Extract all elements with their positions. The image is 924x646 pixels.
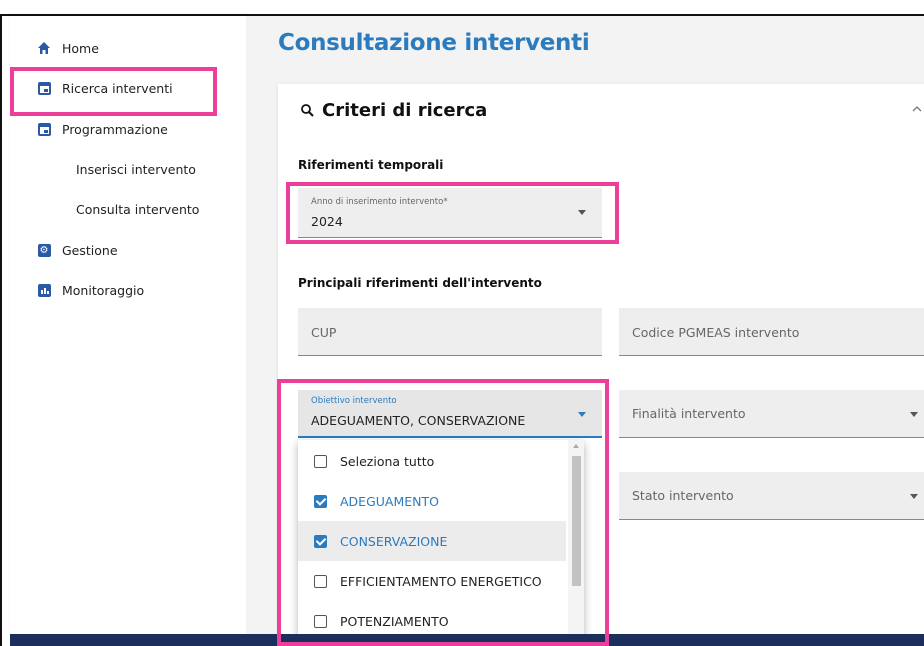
chart-icon	[37, 283, 51, 297]
cup-input[interactable]: CUP	[298, 308, 602, 356]
dropdown-arrow-icon	[910, 412, 918, 417]
dropdown-scrollbar[interactable]	[568, 440, 584, 640]
search-criteria-card: Criteri di ricerca Riferimenti temporali…	[278, 84, 924, 644]
sidebar: Home Ricerca interventi Programmazione I…	[10, 16, 246, 634]
field-label: Obiettivo intervento	[311, 396, 397, 406]
sidebar-item-label: Consulta intervento	[76, 201, 200, 217]
sidebar-item-label: Gestione	[62, 242, 118, 258]
search-icon	[300, 103, 316, 119]
sidebar-item-monitoraggio[interactable]: Monitoraggio	[10, 270, 246, 310]
sidebar-item-inserisci-intervento[interactable]: Inserisci intervento	[10, 149, 246, 189]
gear-icon: ⚙	[37, 243, 51, 257]
checkbox[interactable]	[314, 614, 327, 628]
home-icon	[37, 41, 51, 55]
checkbox[interactable]	[314, 574, 327, 588]
scrollbar-thumb[interactable]	[572, 456, 581, 586]
sidebar-item-consulta-intervento[interactable]: Consulta intervento	[10, 189, 246, 229]
sidebar-item-label: Monitoraggio	[62, 282, 145, 298]
footer-bar	[10, 634, 924, 646]
sidebar-item-home[interactable]: Home	[10, 28, 246, 68]
obiettivo-dropdown-panel: Seleziona tutto ADEGUAMENTO CONSERVAZION…	[298, 440, 584, 640]
field-value: ADEGUAMENTO, CONSERVAZIONE	[311, 413, 526, 428]
dropdown-option-efficientamento-energetico[interactable]: EFFICIENTAMENTO ENERGETICO	[298, 561, 566, 601]
dropdown-arrow-icon	[910, 494, 918, 499]
field-placeholder: Finalità intervento	[632, 406, 746, 421]
field-label: Anno di inserimento intervento*	[311, 197, 448, 207]
dropdown-arrow-icon	[578, 412, 586, 417]
sidebar-item-label: Ricerca interventi	[62, 80, 173, 96]
sidebar-item-programmazione[interactable]: Programmazione	[10, 109, 246, 149]
chevron-up-icon[interactable]	[912, 102, 922, 116]
section-label-temporal: Riferimenti temporali	[298, 158, 444, 172]
calendar-icon	[37, 122, 51, 136]
checkbox[interactable]	[314, 494, 327, 508]
dropdown-option-select-all[interactable]: Seleziona tutto	[298, 441, 566, 481]
checkbox[interactable]	[314, 454, 327, 468]
field-placeholder: Stato intervento	[632, 488, 734, 503]
field-placeholder: CUP	[311, 325, 337, 340]
dropdown-option-adeguamento[interactable]: ADEGUAMENTO	[298, 481, 566, 521]
sidebar-item-gestione[interactable]: ⚙ Gestione	[10, 230, 246, 270]
codice-pgmeas-input[interactable]: Codice PGMEAS intervento	[619, 308, 924, 356]
dropdown-option-conservazione[interactable]: CONSERVAZIONE	[298, 521, 566, 561]
card-header[interactable]: Criteri di ricerca	[300, 100, 487, 121]
option-label: Seleziona tutto	[340, 453, 435, 469]
field-placeholder: Codice PGMEAS intervento	[632, 325, 800, 340]
section-label-principal: Principali riferimenti dell'intervento	[298, 276, 542, 290]
option-label: CONSERVAZIONE	[340, 533, 448, 549]
checkbox[interactable]	[314, 534, 327, 548]
main-content: Consultazione interventi Criteri di rice…	[246, 16, 924, 644]
sidebar-item-label: Programmazione	[62, 121, 168, 137]
option-label: ADEGUAMENTO	[340, 493, 439, 509]
page-title: Consultazione interventi	[278, 30, 590, 56]
option-label: POTENZIAMENTO	[340, 613, 449, 629]
field-value: 2024	[311, 214, 343, 229]
card-title: Criteri di ricerca	[322, 100, 488, 121]
sidebar-item-label: Inserisci intervento	[76, 161, 196, 177]
sidebar-item-ricerca-interventi[interactable]: Ricerca interventi	[10, 68, 246, 108]
sidebar-item-label: Home	[62, 40, 99, 56]
dropdown-arrow-icon	[578, 210, 586, 215]
option-label: EFFICIENTAMENTO ENERGETICO	[340, 573, 542, 589]
finalita-select[interactable]: Finalità intervento	[619, 390, 924, 438]
calendar-icon	[37, 81, 51, 95]
anno-select[interactable]: Anno di inserimento intervento* 2024	[298, 188, 602, 238]
scroll-up-icon[interactable]	[573, 444, 579, 448]
stato-select[interactable]: Stato intervento	[619, 472, 924, 520]
obiettivo-select[interactable]: Obiettivo intervento ADEGUAMENTO, CONSER…	[298, 390, 602, 438]
